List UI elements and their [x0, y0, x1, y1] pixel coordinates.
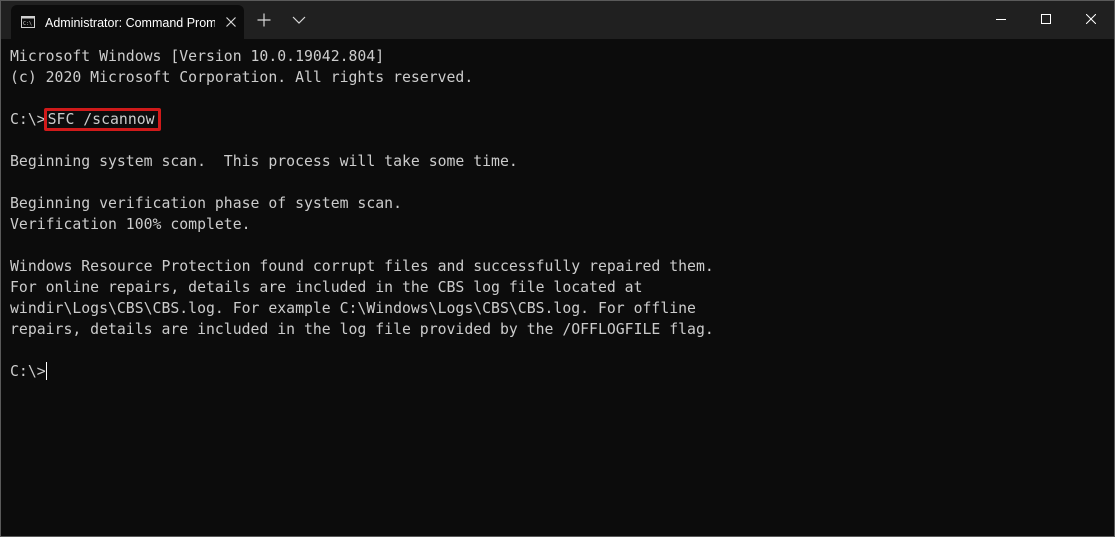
- svg-text:C:\: C:\: [23, 21, 32, 27]
- terminal-line: repairs, details are included in the log…: [10, 321, 714, 338]
- terminal-window: C:\ Administrator: Command Promp Microso…: [0, 0, 1115, 537]
- prompt-line[interactable]: C:\>: [10, 361, 47, 382]
- terminal-line: Verification 100% complete.: [10, 216, 251, 233]
- close-icon: [1086, 14, 1096, 24]
- maximize-button[interactable]: [1023, 1, 1069, 39]
- terminal-output[interactable]: Microsoft Windows [Version 10.0.19042.80…: [1, 39, 1114, 536]
- tab-title: Administrator: Command Promp: [45, 16, 215, 30]
- terminal-line: Beginning verification phase of system s…: [10, 195, 402, 212]
- terminal-line: Beginning system scan. This process will…: [10, 153, 518, 170]
- terminal-line: (c) 2020 Microsoft Corporation. All righ…: [10, 69, 474, 86]
- prompt: C:\>: [10, 363, 46, 380]
- terminal-line: Windows Resource Protection found corrup…: [10, 258, 714, 275]
- tab-command-prompt[interactable]: C:\ Administrator: Command Promp: [11, 5, 244, 39]
- chevron-down-icon[interactable]: [292, 15, 306, 25]
- terminal-line: windir\Logs\CBS\CBS.log. For example C:\…: [10, 300, 696, 317]
- minimize-icon: [996, 19, 1006, 20]
- close-button[interactable]: [1068, 1, 1114, 39]
- close-tab-icon[interactable]: [225, 16, 237, 28]
- maximize-icon: [1041, 14, 1051, 24]
- new-tab-icon[interactable]: [257, 13, 271, 27]
- highlighted-command: SFC /scannow: [43, 108, 161, 131]
- text-cursor: [45, 362, 47, 380]
- command-line: C:\> SFC /scannow: [10, 108, 161, 131]
- prompt: C:\>: [10, 111, 46, 128]
- title-bar: C:\ Administrator: Command Promp: [1, 1, 1114, 39]
- minimize-button[interactable]: [978, 1, 1024, 39]
- terminal-line: For online repairs, details are included…: [10, 279, 643, 296]
- cmd-icon: C:\: [21, 16, 35, 28]
- terminal-line: Microsoft Windows [Version 10.0.19042.80…: [10, 48, 385, 65]
